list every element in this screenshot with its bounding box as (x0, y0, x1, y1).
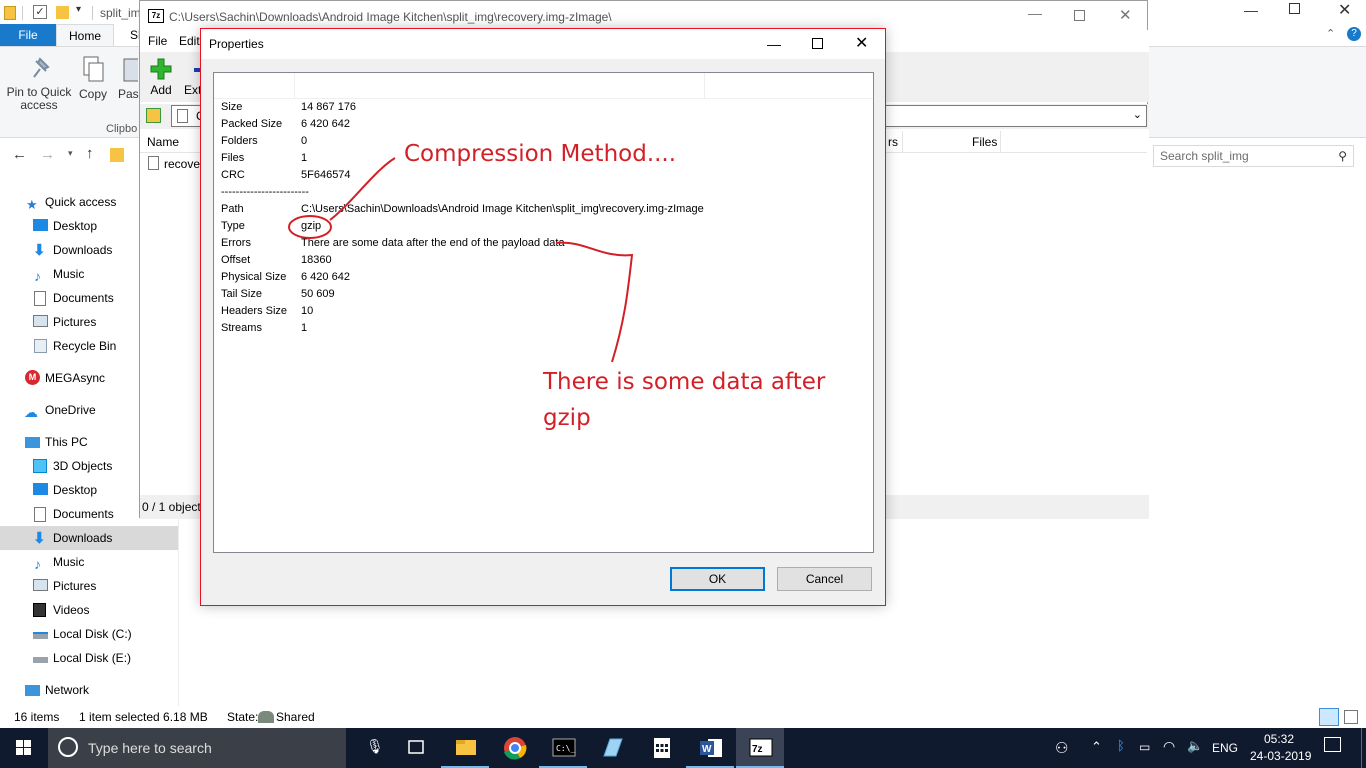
taskbar-file-explorer[interactable] (441, 728, 489, 768)
taskbar-search-box[interactable]: Type here to search 🎙 (48, 728, 384, 768)
taskbar-7zip[interactable]: 7z (736, 728, 784, 768)
annotation-overlay (288, 157, 634, 363)
start-button[interactable] (0, 728, 48, 768)
action-center-icon[interactable] (1324, 737, 1341, 752)
clock-date[interactable]: 24-03-2019 (1250, 749, 1311, 763)
svg-text:W: W (702, 744, 712, 755)
language-indicator[interactable]: ENG (1212, 741, 1238, 755)
compression-pointer-line (329, 157, 396, 221)
taskbar-chrome[interactable] (490, 728, 538, 768)
show-hidden-icons-chevron-icon[interactable]: ⌃ (1091, 739, 1102, 755)
taskbar-terminal[interactable]: C:\_ (539, 728, 587, 768)
clock-time[interactable]: 05:32 (1264, 732, 1294, 746)
compression-method-annotation: Compression Method.... (404, 141, 677, 167)
microphone-icon[interactable]: 🎙 (366, 738, 384, 755)
task-view-icon (408, 740, 424, 754)
terminal-icon: C:\_ (552, 738, 576, 757)
calculator-icon (654, 738, 670, 758)
task-view-button[interactable] (392, 728, 440, 768)
data-after-gzip-annotation-line-2: gzip (543, 405, 591, 431)
volume-icon[interactable]: 🔈 (1187, 738, 1203, 754)
wifi-icon[interactable]: ◠ (1163, 738, 1175, 755)
taskbar-notepad[interactable] (588, 728, 636, 768)
svg-text:7z: 7z (752, 744, 763, 755)
show-desktop-button[interactable] (1361, 728, 1362, 768)
taskbar-calculator[interactable] (637, 728, 685, 768)
search-circle-icon (58, 737, 78, 757)
word-icon: W (700, 739, 722, 757)
7zip-icon: 7z (749, 738, 773, 757)
people-icon[interactable]: ⚇ (1055, 739, 1068, 757)
taskbar: Type here to search 🎙 C:\_ W 7z ⚇ ⌃ ᛒ ▭ … (0, 728, 1366, 768)
power-icon[interactable]: ▭ (1139, 740, 1150, 754)
bluetooth-icon[interactable]: ᛒ (1117, 738, 1125, 753)
svg-text:C:\_: C:\_ (556, 744, 575, 753)
file-explorer-icon (456, 740, 476, 755)
notepad-icon (603, 738, 623, 757)
windows-logo-icon (16, 740, 31, 755)
gzip-circle (288, 215, 332, 239)
taskbar-search-placeholder: Type here to search (88, 740, 212, 756)
taskbar-word[interactable]: W (686, 728, 734, 768)
chrome-icon (504, 737, 527, 760)
data-after-gzip-annotation-line-1: There is some data after (543, 369, 826, 395)
errors-pointer-line (555, 241, 634, 363)
